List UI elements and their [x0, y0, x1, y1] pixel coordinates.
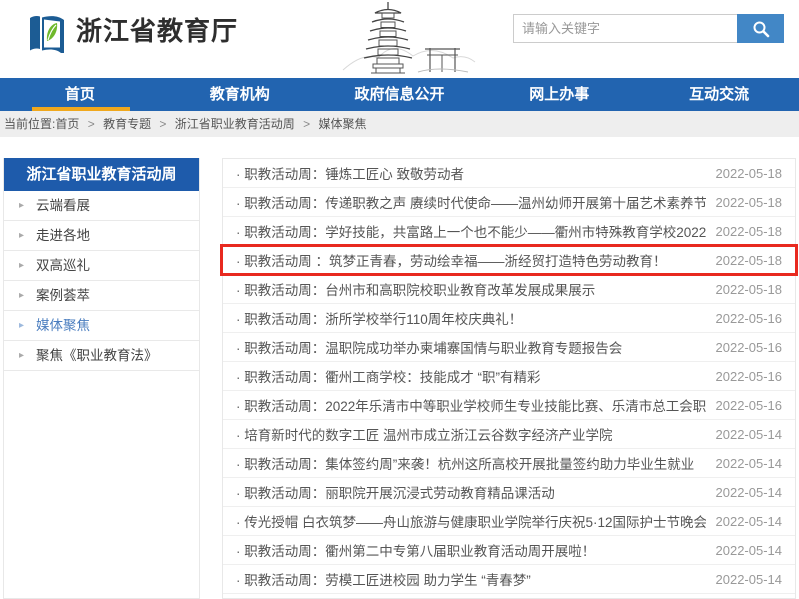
search-icon: [751, 19, 771, 39]
sidebar-item-case-collection[interactable]: ▸ 案例荟萃: [4, 281, 199, 311]
news-title: 职教活动周：温职院成功举办柬埔寨国情与职业教育专题报告会: [236, 337, 622, 357]
news-row[interactable]: 职教活动周：2022年乐清市中等职业学校师生专业技能比赛、乐清市总工会职业技术学…: [223, 391, 795, 420]
news-list: 职教活动周：锤炼工匠心 致敬劳动者 2022-05-18 职教活动周：传递职教之…: [222, 158, 796, 599]
news-date: 2022-05-16: [706, 369, 783, 384]
news-date: 2022-05-14: [706, 456, 783, 471]
news-title: 职教活动周：2022年乐清市中等职业学校师生专业技能比赛、乐清市总工会职业技术学…: [236, 395, 706, 415]
sidebar: 浙江省职业教育活动周 ▸ 云端看展 ▸ 走进各地 ▸ 双高巡礼 ▸ 案例荟萃 ▸…: [3, 158, 200, 599]
news-title: 职教活动周：传递职教之声 赓续时代使命——温州幼师开展第十届艺术素养节比赛暨职业…: [236, 192, 706, 212]
sidebar-item-cloud-exhibition[interactable]: ▸ 云端看展: [4, 191, 199, 221]
nav-item-institutions[interactable]: 教育机构: [160, 78, 320, 111]
news-date: 2022-05-18: [706, 253, 783, 268]
chevron-right-icon: ▸: [19, 281, 24, 311]
news-date: 2022-05-14: [706, 485, 783, 500]
news-date: 2022-05-18: [706, 166, 783, 181]
news-title: 传光授帽 白衣筑梦——舟山旅游与健康职业学院举行庆祝5·12国际护士节晚会: [236, 511, 706, 531]
news-title: 职教活动周：衢州第二中专第八届职业教育活动周开展啦！: [236, 540, 595, 560]
news-title: 职教活动周 ：筑梦正青春，劳动绘幸福——浙经贸打造特色劳动教育！: [236, 250, 667, 270]
chevron-right-icon: ▸: [19, 221, 24, 251]
breadcrumb-link-topics[interactable]: 教育专题: [103, 117, 151, 131]
site-title: 浙江省教育厅: [76, 11, 238, 48]
search-bar: [513, 14, 784, 43]
news-row[interactable]: 职教活动周：学好技能，共富路上一个也不能少——衢州市特殊教育学校2022年职业教…: [223, 217, 795, 246]
sidebar-title: 浙江省职业教育活动周: [4, 158, 199, 191]
news-title: 职教活动周：浙所学校举行110周年校庆典礼！: [236, 308, 522, 328]
sidebar-item-label: 案例荟萃: [36, 288, 90, 303]
news-date: 2022-05-14: [706, 514, 783, 529]
sidebar-item-local-visits[interactable]: ▸ 走进各地: [4, 221, 199, 251]
news-row[interactable]: 职教活动周：丽职院开展沉浸式劳动教育精品课活动 2022-05-14: [223, 478, 795, 507]
news-date: 2022-05-18: [706, 224, 783, 239]
chevron-right-icon: ▸: [19, 311, 24, 341]
news-title: 职教活动周：衢州工商学校：技能成才 “职”有精彩: [236, 366, 541, 386]
chevron-right-icon: ▸: [19, 191, 24, 221]
breadcrumb-separator: >: [303, 117, 310, 131]
news-row[interactable]: 职教活动周：台州市和高职院校职业教育改革发展成果展示 2022-05-18: [223, 275, 795, 304]
news-row[interactable]: 职教活动周：传递职教之声 赓续时代使命——温州幼师开展第十届艺术素养节比赛暨职业…: [223, 188, 795, 217]
breadcrumb: 当前位置:首页 > 教育专题 > 浙江省职业教育活动周 > 媒体聚焦: [0, 111, 799, 137]
news-title: 培育新时代的数字工匠 温州市成立浙江云谷数字经济产业学院: [236, 424, 613, 444]
breadcrumb-link-media-focus[interactable]: 媒体聚焦: [319, 117, 367, 131]
breadcrumb-separator: >: [159, 117, 166, 131]
news-title: 职教活动周：学好技能，共富路上一个也不能少——衢州市特殊教育学校2022年职业教…: [236, 221, 706, 241]
news-row[interactable]: 职教活动周：劳模工匠进校园 助力学生 “青春梦” 2022-05-14: [223, 565, 795, 594]
sidebar-item-label: 云端看展: [36, 198, 90, 213]
sidebar-item-label: 聚焦《职业教育法》: [36, 348, 158, 363]
news-row[interactable]: 职教活动周：温职院成功举办柬埔寨国情与职业教育专题报告会 2022-05-16: [223, 333, 795, 362]
sidebar-item-label: 双高巡礼: [36, 258, 90, 273]
news-date: 2022-05-14: [706, 543, 783, 558]
nav-item-online-services[interactable]: 网上办事: [479, 78, 639, 111]
news-date: 2022-05-16: [706, 311, 783, 326]
sidebar-item-label: 走进各地: [36, 228, 90, 243]
news-title: 职教活动周：台州市和高职院校职业教育改革发展成果展示: [236, 279, 595, 299]
news-date: 2022-05-18: [706, 195, 783, 210]
news-row[interactable]: 职教活动周：衢州工商学校：技能成才 “职”有精彩 2022-05-16: [223, 362, 795, 391]
sidebar-item-shuanggao-tour[interactable]: ▸ 双高巡礼: [4, 251, 199, 281]
news-row-highlighted[interactable]: 职教活动周 ：筑梦正青春，劳动绘幸福——浙经贸打造特色劳动教育！ 2022-05…: [223, 246, 795, 275]
news-row[interactable]: 培育新时代的数字工匠 温州市成立浙江云谷数字经济产业学院 2022-05-14: [223, 420, 795, 449]
chevron-right-icon: ▸: [19, 341, 24, 371]
breadcrumb-prefix: 当前位置:: [4, 117, 55, 131]
site-logo-book-icon: [27, 13, 67, 55]
news-date: 2022-05-16: [706, 340, 783, 355]
nav-item-gov-info[interactable]: 政府信息公开: [320, 78, 480, 111]
sidebar-item-media-focus[interactable]: ▸ 媒体聚焦: [4, 311, 199, 341]
news-date: 2022-05-18: [706, 282, 783, 297]
news-title: 职教活动周：丽职院开展沉浸式劳动教育精品课活动: [236, 482, 555, 502]
pagoda-illustration: [333, 0, 478, 77]
main-nav: 首页 教育机构 政府信息公开 网上办事 互动交流: [0, 78, 799, 111]
news-date: 2022-05-16: [706, 398, 783, 413]
nav-item-label: 网上办事: [529, 86, 589, 103]
page: 浙江省教育厅: [0, 0, 799, 599]
news-title: 职教活动周：劳模工匠进校园 助力学生 “青春梦”: [236, 569, 531, 589]
news-title: 职教活动周：锤炼工匠心 致敬劳动者: [236, 163, 464, 183]
nav-item-label: 教育机构: [210, 86, 270, 103]
news-row[interactable]: 职教活动周：浙所学校举行110周年校庆典礼！ 2022-05-16: [223, 304, 795, 333]
breadcrumb-separator: >: [88, 117, 95, 131]
nav-item-label: 互动交流: [689, 86, 749, 103]
sidebar-item-label: 媒体聚焦: [36, 318, 90, 333]
news-date: 2022-05-14: [706, 427, 783, 442]
breadcrumb-link-home[interactable]: 首页: [55, 117, 79, 131]
sidebar-item-vocational-education-law[interactable]: ▸ 聚焦《职业教育法》: [4, 341, 199, 371]
search-button[interactable]: [737, 14, 784, 43]
news-row[interactable]: 职教活动周：集体签约周”来袭！杭州这所高校开展批量签约助力毕业生就业 2022-…: [223, 449, 795, 478]
nav-item-label: 政府信息公开: [354, 86, 444, 103]
nav-item-home[interactable]: 首页: [0, 78, 160, 111]
news-title: 职教活动周：集体签约周”来袭！杭州这所高校开展批量签约助力毕业生就业: [236, 453, 694, 473]
news-row[interactable]: 职教活动周：锤炼工匠心 致敬劳动者 2022-05-18: [223, 159, 795, 188]
nav-item-interaction[interactable]: 互动交流: [639, 78, 799, 111]
breadcrumb-link-activity-week[interactable]: 浙江省职业教育活动周: [175, 117, 295, 131]
news-row[interactable]: 职教活动周：衢州第二中专第八届职业教育活动周开展啦！ 2022-05-14: [223, 536, 795, 565]
news-row[interactable]: 传光授帽 白衣筑梦——舟山旅游与健康职业学院举行庆祝5·12国际护士节晚会 20…: [223, 507, 795, 536]
nav-item-label: 首页: [65, 86, 95, 103]
site-header: 浙江省教育厅: [0, 0, 799, 78]
search-input[interactable]: [513, 14, 737, 43]
chevron-right-icon: ▸: [19, 251, 24, 281]
news-date: 2022-05-14: [706, 572, 783, 587]
